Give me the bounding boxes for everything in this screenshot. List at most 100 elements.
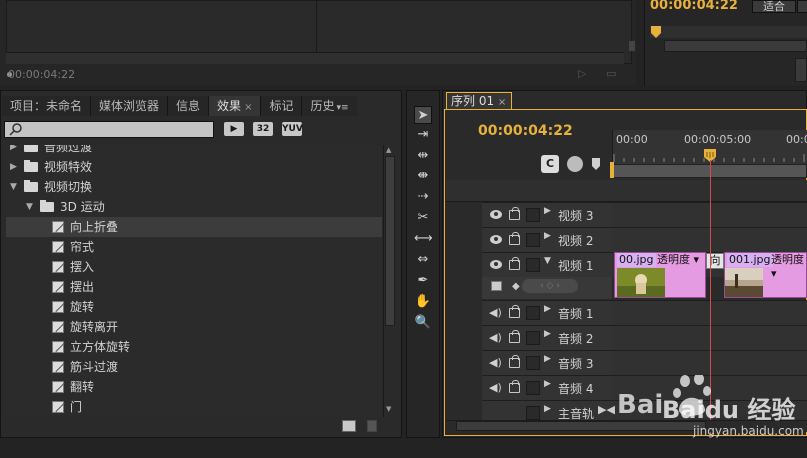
sync-lock-box[interactable] bbox=[526, 306, 540, 320]
rolling-edit-tool-icon[interactable]: ⇼ bbox=[414, 167, 432, 185]
program-resize-handle[interactable] bbox=[629, 41, 635, 51]
lock-icon[interactable] bbox=[509, 207, 520, 220]
timeline-timecode[interactable]: 00:00:04:22 bbox=[478, 123, 573, 139]
program-vscroll[interactable] bbox=[795, 58, 807, 82]
scroll-down-icon[interactable]: ▼ bbox=[386, 405, 391, 413]
effect-item[interactable]: 立方体旋转 bbox=[6, 337, 382, 357]
effect-item[interactable]: 帘式 bbox=[6, 237, 382, 257]
zoom-tool-icon[interactable]: 🔍 bbox=[414, 314, 432, 332]
effect-item[interactable]: 旋转离开 bbox=[6, 317, 382, 337]
selection-tool-icon[interactable]: ➤ bbox=[414, 106, 432, 124]
clip-opacity-label[interactable]: 透明度 ▾ bbox=[657, 253, 699, 267]
eye-icon[interactable] bbox=[490, 235, 502, 244]
master-track-toggle-icon[interactable]: ▶◀ bbox=[598, 403, 615, 416]
chevron-right-icon[interactable]: ▶ bbox=[544, 206, 551, 216]
pen-tool-icon[interactable]: ✒ bbox=[414, 272, 432, 290]
chevron-right-icon[interactable]: ▶ bbox=[544, 231, 551, 241]
track-audio[interactable]: ◀) ▶ 音频 2 bbox=[482, 325, 807, 350]
panel-menu-icon[interactable]: ▾≡ bbox=[336, 103, 348, 113]
chevron-down-icon[interactable]: ▼ bbox=[544, 256, 551, 266]
tab-history[interactable]: 历史 ▾≡ bbox=[302, 96, 357, 116]
lock-icon[interactable] bbox=[509, 330, 520, 343]
tab-markers[interactable]: 标记 bbox=[261, 96, 303, 116]
rate-stretch-tool-icon[interactable]: ⇢ bbox=[414, 188, 432, 206]
effects-search-input[interactable] bbox=[4, 121, 214, 138]
effects-folder[interactable]: ▼ 3D 运动 bbox=[6, 197, 382, 217]
sync-lock-box[interactable] bbox=[526, 331, 540, 345]
timeline-clip[interactable]: 00.jpg 透明度 ▾ bbox=[614, 252, 706, 298]
track-select-tool-icon[interactable]: ⇥ bbox=[414, 126, 432, 144]
close-icon[interactable]: × bbox=[244, 102, 252, 113]
chevron-right-icon[interactable]: ▶ bbox=[544, 404, 551, 414]
scrollbar-thumb[interactable] bbox=[385, 156, 395, 326]
track-audio[interactable]: ◀) ▶ 音频 1 bbox=[482, 300, 807, 325]
sequence-marker-icon[interactable] bbox=[567, 156, 583, 172]
sync-lock-box[interactable] bbox=[526, 208, 540, 222]
display-style-icon[interactable] bbox=[491, 281, 502, 291]
chevron-right-icon[interactable]: ▶ bbox=[544, 329, 551, 339]
scroll-up-icon[interactable]: ▲ bbox=[386, 146, 391, 154]
sync-lock-box[interactable] bbox=[526, 406, 540, 420]
effect-item[interactable]: 向上折叠 bbox=[6, 217, 382, 237]
yuv-effects-button[interactable]: YUV bbox=[282, 122, 303, 136]
chevron-down-icon[interactable]: ▼ bbox=[26, 197, 33, 217]
program-ruler[interactable] bbox=[650, 26, 807, 38]
snap-icon[interactable]: C bbox=[541, 155, 559, 173]
effect-item[interactable]: 旋转 bbox=[6, 297, 382, 317]
eye-icon[interactable] bbox=[490, 260, 502, 269]
lock-icon[interactable] bbox=[509, 305, 520, 318]
sync-lock-box[interactable] bbox=[526, 233, 540, 247]
tab-media-browser[interactable]: 媒体浏览器 bbox=[91, 96, 169, 116]
clip-opacity-label[interactable]: 透明度 ▾ bbox=[771, 253, 806, 280]
new-bin-icon[interactable] bbox=[342, 420, 356, 432]
tab-sequence-01[interactable]: 序列 01 × bbox=[446, 92, 512, 110]
effect-item[interactable]: 翻转 bbox=[6, 377, 382, 397]
razor-tool-icon[interactable]: ✂ bbox=[414, 209, 432, 227]
trash-icon[interactable] bbox=[367, 420, 377, 432]
effects-folder[interactable]: ▶ 视频特效 bbox=[6, 157, 382, 177]
accelerated-effects-button[interactable]: ▶ bbox=[224, 122, 244, 136]
tab-project[interactable]: 项目：未命名 bbox=[2, 96, 92, 116]
speaker-icon[interactable]: ◀) bbox=[489, 382, 503, 394]
fit-dropdown-arrow[interactable] bbox=[797, 0, 807, 13]
program-playhead-icon[interactable] bbox=[651, 26, 661, 38]
program-scrollbar[interactable] bbox=[664, 40, 807, 52]
lock-icon[interactable] bbox=[509, 355, 520, 368]
tab-info[interactable]: 信息 bbox=[168, 96, 210, 116]
effects-folder[interactable]: ▼ 视频切换 bbox=[6, 177, 382, 197]
lock-icon[interactable] bbox=[509, 380, 520, 393]
track-audio[interactable]: ◀) ▶ 音频 3 bbox=[482, 350, 807, 375]
transition-block[interactable]: 向 bbox=[706, 253, 724, 269]
effect-item[interactable]: 筋斗过渡 bbox=[6, 357, 382, 377]
effect-item[interactable]: 摆入 bbox=[6, 257, 382, 277]
program-timecode[interactable]: 00:00:04:22 bbox=[650, 0, 738, 13]
keyframe-diamond-icon[interactable]: ◆ bbox=[512, 281, 520, 292]
timeline-clip[interactable]: 001.jpg 透明度 ▾ bbox=[724, 252, 807, 298]
lock-icon[interactable] bbox=[509, 232, 520, 245]
speaker-icon[interactable]: ◀) bbox=[489, 307, 503, 319]
effects-folder[interactable]: ▶ 音频过渡 bbox=[6, 145, 382, 157]
speaker-icon[interactable]: ◀) bbox=[489, 357, 503, 369]
chevron-right-icon[interactable]: ▶ bbox=[544, 304, 551, 314]
chevron-right-icon[interactable]: ▶ bbox=[10, 157, 17, 177]
marker-flag-icon[interactable] bbox=[592, 158, 600, 170]
chevron-right-icon[interactable]: ▶ bbox=[544, 354, 551, 364]
speaker-icon[interactable]: ◀) bbox=[489, 332, 503, 344]
track-video[interactable]: ▶ 视频 2 bbox=[482, 227, 807, 252]
tab-effects[interactable]: 效果 × bbox=[209, 96, 262, 116]
keyframe-nav-control[interactable]: ‹ ◇ › bbox=[522, 279, 578, 293]
effect-item[interactable]: 门 bbox=[6, 397, 382, 417]
fit-dropdown[interactable]: 适合 bbox=[752, 0, 796, 13]
chevron-right-icon[interactable]: ▶ bbox=[544, 379, 551, 389]
sync-lock-box[interactable] bbox=[526, 356, 540, 370]
lock-icon[interactable] bbox=[509, 257, 520, 270]
source-export-icons[interactable]: ▷ ▭ bbox=[578, 67, 624, 80]
chevron-right-icon[interactable]: ▶ bbox=[10, 145, 17, 157]
chevron-down-icon[interactable]: ▼ bbox=[10, 177, 17, 197]
slip-tool-icon[interactable]: ⟷ bbox=[414, 230, 433, 248]
slide-tool-icon[interactable]: ⇔ bbox=[414, 251, 432, 269]
ripple-edit-tool-icon[interactable]: ⇹ bbox=[414, 147, 432, 165]
eye-icon[interactable] bbox=[490, 210, 502, 219]
close-icon[interactable]: × bbox=[498, 97, 506, 108]
hand-tool-icon[interactable]: ✋ bbox=[414, 293, 432, 311]
